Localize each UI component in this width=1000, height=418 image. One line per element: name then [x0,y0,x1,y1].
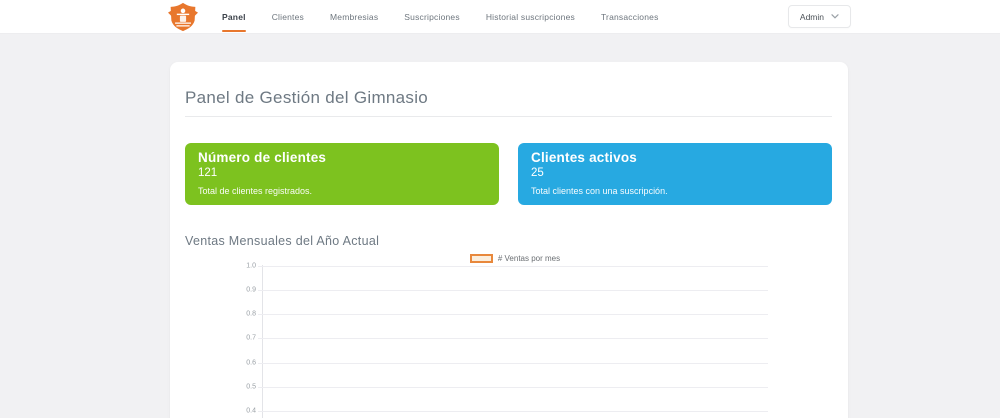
tab-clientes[interactable]: Clientes [272,0,304,34]
tab-panel[interactable]: Panel [222,0,246,34]
y-tick-label: 0.9 [246,286,256,294]
stat-title: Clientes activos [531,150,637,165]
stat-card-clientes-activos: Clientes activos 25 Total clientes con u… [518,143,832,205]
y-tick-label: 0.4 [246,407,256,414]
sales-chart-section: Ventas Mensuales del Año Actual # Ventas… [185,234,832,418]
y-tick-label: 0.8 [246,310,256,318]
stat-caption: Total de clientes registrados. [198,186,313,196]
y-tick-label: 0.6 [246,359,256,366]
chevron-down-icon [831,14,839,19]
y-tick-label: 0.7 [246,334,256,342]
gym-emblem-icon[interactable] [163,1,203,32]
stat-value: 121 [198,167,218,179]
main-nav: Panel Clientes Membresias Suscripciones … [222,0,659,34]
admin-dropdown-button[interactable]: Admin [787,5,851,28]
stat-title: Número de clientes [198,150,327,165]
admin-dropdown-label: Admin [799,11,824,22]
top-navbar: Panel Clientes Membresias Suscripciones … [0,0,1000,34]
page-title: Panel de Gestión del Gimnasio [185,88,429,107]
dashboard-card: Panel de Gestión del Gimnasio Número de … [170,62,848,418]
tab-historial-suscripciones[interactable]: Historial suscripciones [486,0,575,34]
y-tick-label: 0.5 [246,383,256,390]
bar-chart-plot-area: 1.0 0.9 0.8 0.7 0.6 0.5 0.4 [185,262,832,418]
title-divider [185,116,832,117]
tab-transacciones[interactable]: Transacciones [601,0,659,34]
stat-value: 25 [531,167,544,179]
chart-title: Ventas Mensuales del Año Actual [185,234,380,248]
tab-membresias[interactable]: Membresias [330,0,378,34]
stat-card-clientes: Número de clientes 121 Total de clientes… [185,143,499,205]
y-tick-label: 1.0 [246,262,256,270]
chart-legend: # Ventas por mes [262,254,768,263]
y-axis-line [262,265,263,418]
legend-swatch-icon[interactable] [469,254,493,263]
legend-label[interactable]: # Ventas por mes [498,254,560,263]
tab-suscripciones[interactable]: Suscripciones [404,0,460,34]
stat-caption: Total clientes con una suscripción. [531,186,668,196]
stats-row: Número de clientes 121 Total de clientes… [185,143,832,205]
